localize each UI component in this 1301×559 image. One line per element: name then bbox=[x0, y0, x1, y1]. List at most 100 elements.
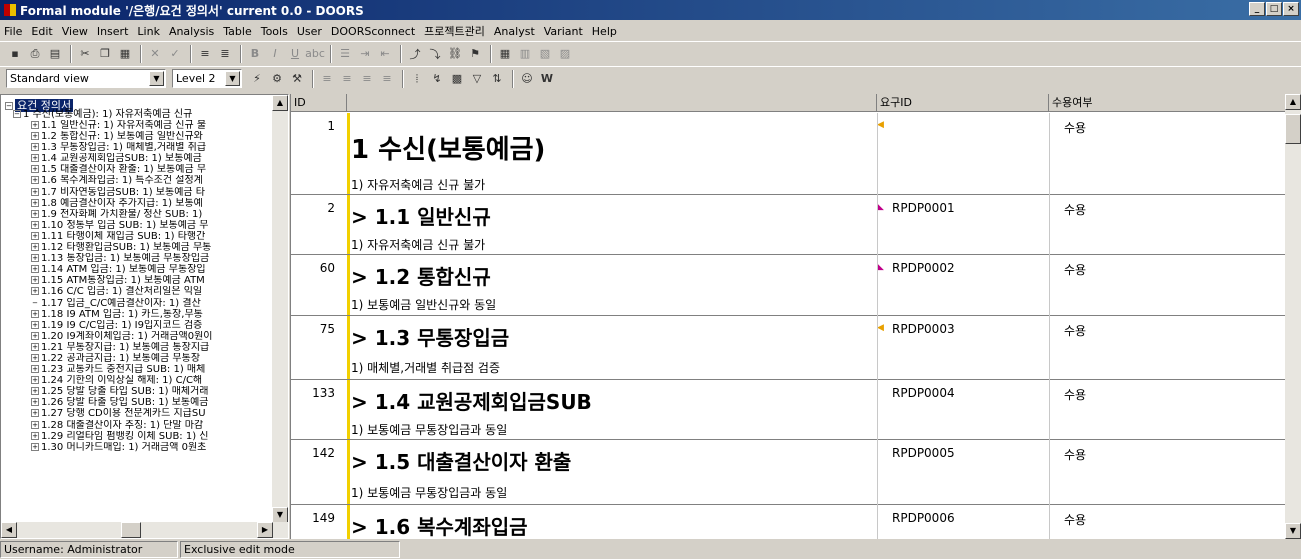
expand-icon[interactable]: + bbox=[31, 309, 39, 318]
link-in-icon[interactable]: ◀ bbox=[877, 323, 884, 333]
scroll-down-icon[interactable]: ▼ bbox=[272, 507, 288, 523]
expand-icon[interactable]: + bbox=[31, 442, 39, 451]
tree-item[interactable]: +1.14 ATM 입금: 1) 보통예금 무통장입 bbox=[31, 264, 281, 275]
tree-item[interactable]: +1.25 당발 당출 타입 SUB: 1) 매체거래 bbox=[31, 386, 281, 397]
expand-icon[interactable]: + bbox=[31, 220, 39, 229]
menu-project-management[interactable]: 프로젝트관리 bbox=[424, 23, 485, 39]
table-cell-icon[interactable]: ▨ bbox=[556, 45, 574, 63]
menu-edit[interactable]: Edit bbox=[31, 25, 52, 38]
expand-icon[interactable]: + bbox=[31, 331, 39, 340]
tree-item[interactable]: +1.11 타행이체 재입금 SUB: 1) 타행간 bbox=[31, 231, 281, 242]
collapse-icon[interactable]: − bbox=[5, 102, 13, 110]
tree-item[interactable]: +1.6 복수계좌입금: 1) 특수조건 설정계 bbox=[31, 175, 281, 186]
tree-item[interactable]: +1.20 I9계좌이체입금: 1) 거래금액0원이 bbox=[31, 331, 281, 342]
underline-icon[interactable]: U bbox=[286, 45, 304, 63]
bullet-list-icon[interactable]: ☰ bbox=[336, 45, 354, 63]
filter-icon[interactable]: ⚡ bbox=[248, 70, 266, 88]
scroll-up-icon[interactable]: ▲ bbox=[272, 95, 288, 111]
scroll-thumb[interactable] bbox=[1285, 114, 1301, 144]
link-start-icon[interactable]: ⤴ bbox=[406, 45, 424, 63]
scroll-right-icon[interactable]: ▶ bbox=[257, 522, 273, 538]
object-row[interactable]: 133 > 1.4 교원공제회입금SUB 1) 보통예금 무통장입금과 동일 R… bbox=[291, 380, 1294, 440]
bold-icon[interactable]: B bbox=[246, 45, 264, 63]
user-icon[interactable]: ☺ bbox=[518, 70, 536, 88]
tree-item[interactable]: +1.7 비자연동입금SUB: 1) 보통예금 타 bbox=[31, 187, 281, 198]
tree-item[interactable]: +1.30 머니카드매입: 1) 거래금액 0원초 bbox=[31, 442, 281, 453]
tree-item[interactable]: +1.8 예금결산이자 추가지급: 1) 보통예 bbox=[31, 198, 281, 209]
object-row[interactable]: 149 > 1.6 복수계좌입금 RPDP0006 수용 bbox=[291, 505, 1294, 539]
expand-icon[interactable]: + bbox=[31, 143, 39, 152]
insert-below-icon[interactable]: ≣ bbox=[216, 45, 234, 63]
tree-item[interactable]: +1.12 타행환입금SUB: 1) 보통예금 무통 bbox=[31, 242, 281, 253]
column-id[interactable]: ID bbox=[291, 94, 347, 111]
tree-item[interactable]: +1.10 정통부 입금 SUB: 1) 보통예금 무 bbox=[31, 220, 281, 231]
menu-help[interactable]: Help bbox=[592, 25, 617, 38]
menu-insert[interactable]: Insert bbox=[97, 25, 129, 38]
expand-icon[interactable]: + bbox=[31, 121, 39, 129]
tree-vertical-scrollbar[interactable]: ▲ ▼ bbox=[272, 95, 288, 523]
tree-item[interactable]: +1.4 교원공제회입금SUB: 1) 보통예금 bbox=[31, 153, 281, 164]
outdent-icon[interactable]: ⇤ bbox=[376, 45, 394, 63]
object-row[interactable]: 60 > 1.2 통합신규 1) 보통예금 일반신규와 동일 ◣ RPDP000… bbox=[291, 255, 1294, 316]
link-both-icon[interactable]: ◣ bbox=[877, 202, 884, 212]
expand-icon[interactable]: + bbox=[31, 198, 39, 207]
cut-icon[interactable]: ✂ bbox=[76, 45, 94, 63]
menu-table[interactable]: Table bbox=[223, 25, 251, 38]
menu-doorsconnect[interactable]: DOORSconnect bbox=[331, 25, 415, 38]
link-end-icon[interactable]: ⤵ bbox=[426, 45, 444, 63]
tree-horizontal-scrollbar[interactable]: ◀ ▶ bbox=[1, 522, 288, 538]
chevron-down-icon[interactable]: ▼ bbox=[149, 71, 164, 86]
column-accept[interactable]: 수용여부 bbox=[1049, 94, 1289, 111]
expand-icon[interactable]: + bbox=[31, 132, 39, 141]
expand-icon[interactable]: + bbox=[31, 431, 39, 440]
link-in-icon[interactable]: ◀ bbox=[877, 120, 884, 130]
strikethrough-icon[interactable]: abc bbox=[305, 45, 325, 63]
view-select[interactable]: Standard view ▼ bbox=[6, 69, 166, 88]
expand-icon[interactable]: + bbox=[31, 265, 39, 274]
expand-icon[interactable]: + bbox=[31, 254, 39, 263]
indent-icon[interactable]: ⇥ bbox=[356, 45, 374, 63]
object-row[interactable]: 1 1 수신(보통예금) 1) 자유저축예금 신규 불가 ◀ 수용 bbox=[291, 113, 1294, 195]
menu-variant[interactable]: Variant bbox=[544, 25, 583, 38]
link-both-icon[interactable]: ◣ bbox=[877, 262, 884, 272]
menu-link[interactable]: Link bbox=[137, 25, 160, 38]
properties-icon[interactable]: ▤ bbox=[46, 45, 64, 63]
expand-icon[interactable]: + bbox=[31, 187, 39, 196]
link-arrow-icon[interactable]: ↯ bbox=[428, 70, 446, 88]
sort-icon[interactable]: ⇅ bbox=[488, 70, 506, 88]
expand-icon[interactable]: + bbox=[31, 209, 39, 218]
expand-icon[interactable]: + bbox=[31, 342, 39, 351]
tree-item[interactable]: +1.18 I9 ATM 입금: 1) 카드,통장,무통 bbox=[31, 309, 281, 320]
expand-icon[interactable]: + bbox=[31, 320, 39, 329]
expand-icon[interactable]: + bbox=[31, 243, 39, 252]
level-select[interactable]: Level 2 ▼ bbox=[172, 69, 242, 88]
table-icon[interactable]: ▦ bbox=[496, 45, 514, 63]
funnel-icon[interactable]: ▽ bbox=[468, 70, 486, 88]
table-column-icon[interactable]: ▧ bbox=[536, 45, 554, 63]
minimize-button[interactable]: _ bbox=[1249, 2, 1265, 16]
table-insert-icon[interactable]: ▥ bbox=[516, 45, 534, 63]
expand-icon[interactable]: + bbox=[31, 353, 39, 362]
column-req-id[interactable]: 요구ID bbox=[877, 94, 1049, 111]
copy-icon[interactable]: ❐ bbox=[96, 45, 114, 63]
delete-icon[interactable]: ✕ bbox=[146, 45, 164, 63]
tree-item[interactable]: +1.19 I9 C/C입금: 1) I9입지코드 검증 bbox=[31, 320, 281, 331]
tree-item[interactable]: +1.26 당발 타출 당입 SUB: 1) 보통예금 bbox=[31, 397, 281, 408]
expand-icon[interactable]: + bbox=[31, 276, 39, 285]
expand-icon[interactable]: + bbox=[31, 365, 39, 374]
tree-item-top[interactable]: −1 수신(보통예금): 1) 자유저축예금 신규 bbox=[13, 109, 192, 120]
column-main[interactable] bbox=[347, 94, 877, 111]
expand-icon[interactable]: + bbox=[31, 387, 39, 396]
chevron-down-icon[interactable]: ▼ bbox=[225, 71, 240, 86]
report-icon[interactable]: ▩ bbox=[448, 70, 466, 88]
collapse-icon[interactable]: − bbox=[13, 110, 21, 118]
tree-item[interactable]: +1.22 공과금지급: 1) 보통예금 무통장 bbox=[31, 353, 281, 364]
expand-icon[interactable]: + bbox=[31, 409, 39, 418]
tree-item[interactable]: +1.29 리얼타임 펌뱅킹 이체 SUB: 1) 신 bbox=[31, 431, 281, 442]
tree-item[interactable]: +1.1 일반신규: 1) 자유저축예금 신규 불 bbox=[31, 120, 281, 131]
menu-view[interactable]: View bbox=[62, 25, 88, 38]
scroll-thumb[interactable] bbox=[121, 522, 141, 538]
tree-item[interactable]: +1.24 기한의 이익상실 해제: 1) C/C해 bbox=[31, 375, 281, 386]
expand-icon[interactable]: + bbox=[31, 376, 39, 385]
outline-icon[interactable]: ⚙ bbox=[268, 70, 286, 88]
